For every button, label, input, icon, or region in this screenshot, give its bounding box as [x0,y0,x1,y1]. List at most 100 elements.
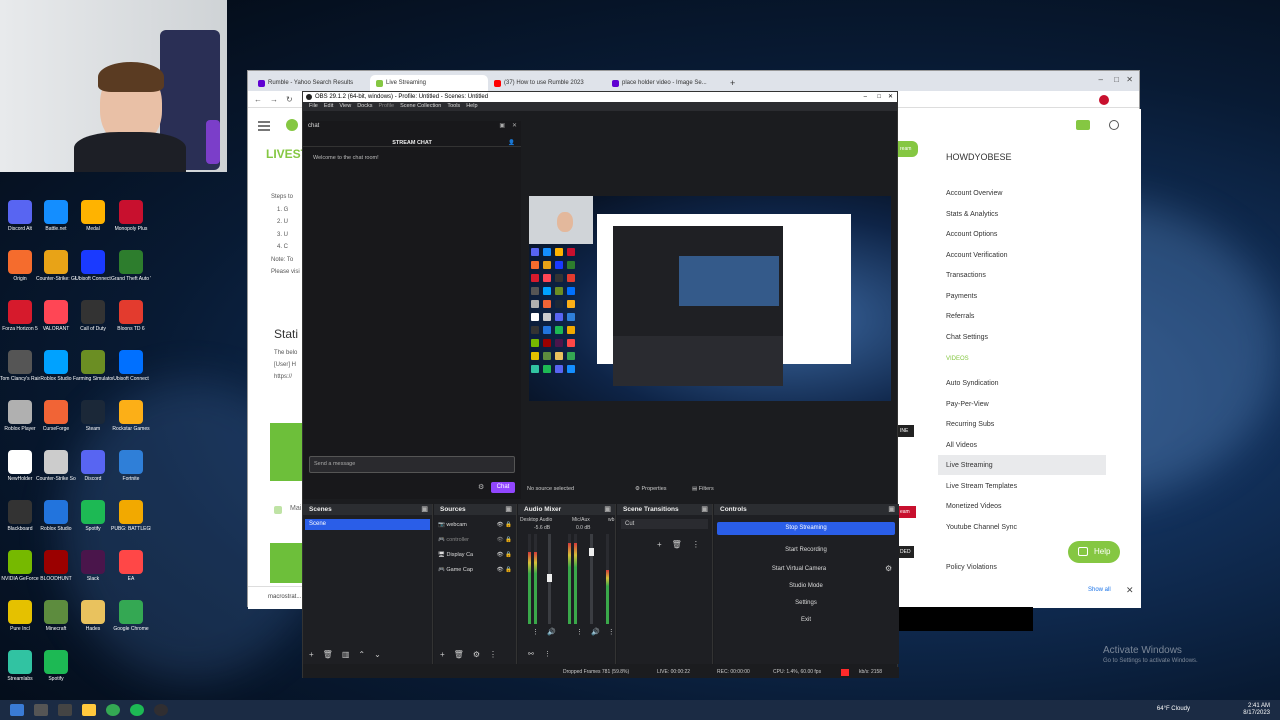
menu-tools[interactable]: Tools [447,102,460,111]
menu-recurring-subs[interactable]: Recurring Subs [946,421,994,428]
menu-account-options[interactable]: Account Options [946,231,997,238]
more-icon[interactable]: ⋮ [608,628,615,636]
show-all-link[interactable]: Show all [1088,587,1111,593]
volume-slider[interactable] [589,534,594,624]
menu-auto-syndication[interactable]: Auto Syndication [946,380,999,387]
hamburger-icon[interactable] [258,121,270,123]
desktop-shortcut[interactable]: Pure Incl [0,600,40,632]
volume-slider[interactable] [547,534,552,624]
menu-youtube-sync[interactable]: Youtube Channel Sync [946,524,1017,531]
desktop-shortcut[interactable]: Call of Duty [73,300,113,332]
menu-all-videos[interactable]: All Videos [946,442,977,449]
menu-account-verification[interactable]: Account Verification [946,252,1007,259]
chat-send-button[interactable]: Chat [491,482,515,493]
menu-pay-per-view[interactable]: Pay-Per-View [946,401,989,408]
undock-icon[interactable]: ▣ [421,504,428,515]
filters-button[interactable]: ▤ Filters [692,486,714,492]
add-icon[interactable]: + [309,650,314,659]
desktop-shortcut[interactable]: Ubisoft Connect [111,350,151,382]
settings-gear-icon[interactable]: ⚙ [478,483,484,491]
menu-live-streaming[interactable]: Live Streaming [946,462,993,469]
exit-button[interactable]: Exit [717,614,895,627]
menu-help[interactable]: Help [466,102,477,111]
desktop-shortcut[interactable]: Spotify [36,650,76,682]
desktop-shortcut[interactable]: VALORANT [36,300,76,332]
desktop-shortcut[interactable]: Fortnite [111,450,151,482]
menu-file[interactable]: File [309,102,318,111]
menu-monetized-videos[interactable]: Monetized Videos [946,503,1002,510]
new-tab-button[interactable]: + [724,78,741,91]
filter-icon[interactable]: ▥ [342,650,350,659]
desktop-shortcut[interactable]: NewHolder [0,450,40,482]
desktop-shortcut[interactable]: Forza Horizon 5 [0,300,40,332]
camera-icon[interactable] [1076,120,1090,130]
add-icon[interactable]: + [440,650,445,659]
spotify-icon[interactable] [130,704,144,716]
desktop-shortcut[interactable]: Origin [0,250,40,282]
source-item[interactable]: 🎮 controller 👁 🔒 [438,533,512,548]
minimize-icon[interactable]: – [864,92,867,102]
desktop-shortcut[interactable]: Farming Simulator 17 [73,350,113,382]
menu-live-stream-templates[interactable]: Live Stream Templates [946,483,1017,490]
desktop-shortcut[interactable]: BLOODHUNT [36,550,76,582]
stop-streaming-button[interactable]: Stop Streaming [717,522,895,535]
users-icon[interactable]: 👤 [508,135,515,151]
more-icon[interactable]: ⋮ [576,628,583,636]
reload-icon[interactable]: ↻ [286,95,293,104]
desktop-shortcut[interactable]: Monopoly Plus [111,200,151,232]
start-virtual-camera-button[interactable]: Start Virtual Camera [717,563,881,576]
desktop-shortcut[interactable]: Roblox Player [0,400,40,432]
more-icon[interactable]: ⋮ [692,540,700,549]
desktop-shortcut[interactable]: Bloons TD 6 [111,300,151,332]
desktop-shortcut[interactable]: Slack [73,550,113,582]
undock-icon[interactable]: ▣ [505,504,512,515]
user-icon[interactable] [1109,120,1119,130]
desktop-shortcut[interactable]: Rockstar Games [111,400,151,432]
undock-icon[interactable]: ▣ [604,504,611,515]
weather[interactable]: 64°F Cloudy [1157,706,1190,712]
undock-icon[interactable]: ▣ [499,121,505,131]
desktop-shortcut[interactable]: Counter-Strike: Global Offe... [36,250,76,282]
desktop-shortcut[interactable]: Google Chrome [111,600,151,632]
maximize-icon[interactable]: □ [1114,75,1119,84]
trash-icon[interactable]: 🗑 [672,540,682,549]
desktop-shortcut[interactable]: PUBG: BATTLEGROUNDS [111,500,151,532]
obs-preview[interactable] [529,196,891,401]
desktop-shortcut[interactable]: Hades [73,600,113,632]
properties-button[interactable]: ⚙ Properties [635,486,667,492]
close-download-icon[interactable]: ✕ [1126,585,1134,596]
link-icon[interactable]: ⚯ [528,650,534,658]
gear-icon[interactable]: ⚙ [885,564,892,573]
desktop-shortcut[interactable]: Minecraft [36,600,76,632]
help-button[interactable]: Help [1068,541,1120,563]
menu-edit[interactable]: Edit [324,102,333,111]
menu-account-overview[interactable]: Account Overview [946,190,1002,197]
desktop-shortcut[interactable]: Spotify [73,500,113,532]
menu-docks[interactable]: Docks [357,102,372,111]
profile-icon[interactable] [1099,95,1109,105]
chrome-icon[interactable] [106,704,120,716]
browser-tab[interactable]: Rumble - Yahoo Search Results [252,75,370,91]
task-view-icon[interactable] [58,704,72,716]
desktop-shortcut[interactable]: Battle.net [36,200,76,232]
add-icon[interactable]: + [657,540,662,549]
browser-tab-active[interactable]: Live Streaming [370,75,488,91]
trash-icon[interactable]: 🗑 [454,650,464,659]
desktop-shortcut[interactable]: Ubisoft Connect [73,250,113,282]
forward-icon[interactable]: → [270,95,278,104]
clock[interactable]: 2:41 AM 8/17/2023 [1243,703,1270,717]
scene-item[interactable]: Scene [305,519,430,530]
desktop-shortcut[interactable]: Medal [73,200,113,232]
speaker-icon[interactable]: 🔊 [547,628,556,636]
source-item[interactable]: 🎮 Game Cap 👁 🔒 [438,563,512,578]
obs-icon[interactable] [154,704,168,716]
menu-stats-analytics[interactable]: Stats & Analytics [946,211,998,218]
settings-button[interactable]: Settings [717,597,895,610]
desktop-shortcut[interactable]: NVIDIA GeForce [0,550,40,582]
desktop-shortcut[interactable]: Streamlabs [0,650,40,682]
minimize-icon[interactable]: – [1099,75,1103,84]
source-item[interactable]: 🖥 Display Ca 👁 🔒 [438,548,512,563]
menu-scene-collection[interactable]: Scene Collection [400,102,441,111]
speaker-icon[interactable]: 🔊 [591,628,600,636]
menu-policy-violations[interactable]: Policy Violations [946,564,997,571]
